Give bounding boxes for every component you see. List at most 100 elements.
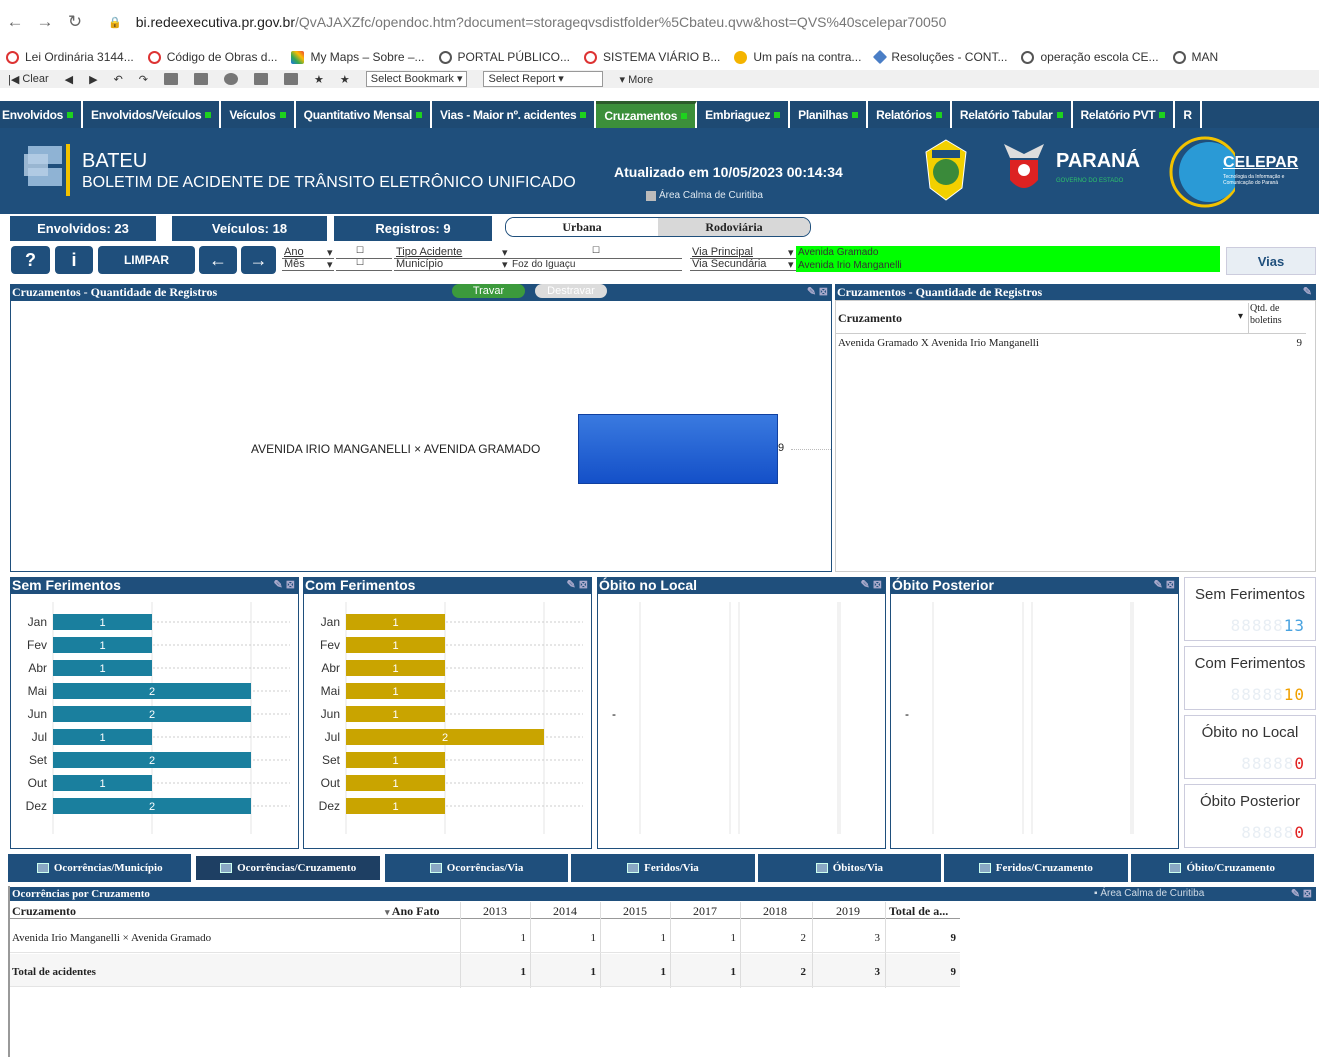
forward-arrow-icon[interactable]: →	[30, 12, 60, 32]
bottom-tab-ocorr-ncias-cruzamento[interactable]: Ocorrências/Cruzamento	[194, 854, 382, 882]
bookmark-item[interactable]: Resoluções - CONT...	[873, 49, 1007, 65]
lock-button[interactable]: Travar	[452, 284, 525, 298]
via-secundaria-value[interactable]: Avenida Irio Manganelli	[796, 259, 1220, 272]
pivot-cell: 1	[660, 966, 667, 978]
tab-planilhas[interactable]: Planilhas	[790, 101, 869, 128]
tab-vias-maior-n-acidentes[interactable]: Vias - Maior nº. acidentes	[432, 101, 597, 128]
bar-value-label: 1	[392, 778, 398, 790]
undo-icon[interactable]: ↶	[114, 73, 123, 86]
bookmark-item[interactable]: Lei Ordinária 3144...	[6, 50, 134, 64]
pivot-year-header[interactable]: 2013	[460, 904, 530, 919]
tab-relat-rio-pvt[interactable]: Relatório PVT	[1073, 101, 1176, 128]
pivot-year-header[interactable]: 2015	[600, 904, 670, 919]
kpi-digits: 0	[1294, 823, 1305, 842]
tab-relat-rio-tabular[interactable]: Relatório Tabular	[952, 101, 1073, 128]
back-arrow-icon[interactable]: ←	[0, 12, 30, 32]
unlock-toolbar-icon[interactable]	[194, 73, 208, 85]
bookmark-item[interactable]: My Maps – Sobre –...	[291, 50, 425, 64]
back-icon[interactable]: ◀	[65, 73, 73, 86]
vias-button[interactable]: Vias	[1226, 247, 1316, 275]
clear-filters-button[interactable]: LIMPAR	[98, 246, 195, 274]
lock-icon[interactable]: 🔒	[108, 16, 122, 29]
bookmark-remove-icon[interactable]: ★	[340, 73, 350, 86]
pivot-year-header[interactable]: 2017	[670, 904, 740, 919]
bottom-tab--bito-cruzamento[interactable]: Óbito/Cruzamento	[1130, 854, 1314, 882]
tab-r[interactable]: R	[1175, 101, 1202, 128]
table-col-qtd[interactable]: Qtd. de boletins	[1250, 303, 1300, 327]
tab-label: Cruzamentos	[604, 109, 678, 123]
tab-envolvidos-ve-culos[interactable]: Envolvidos/Veículos	[83, 101, 222, 128]
chart-tools-icon[interactable]: ✎ ⊠	[861, 577, 883, 593]
help-button[interactable]: ?	[11, 246, 50, 274]
municipio-value[interactable]: Foz do Iguaçu	[512, 259, 575, 270]
kpi-label: Óbito Posterior	[1199, 793, 1301, 810]
via-principal-value[interactable]: Avenida Gramado	[796, 246, 1220, 259]
bottom-tab-feridos-cruzamento[interactable]: Feridos/Cruzamento	[944, 854, 1128, 882]
tab-cruzamentos[interactable]: Cruzamentos	[596, 101, 698, 128]
bookmark-item[interactable]: PORTAL PÚBLICO...	[438, 50, 570, 64]
select-report-dropdown[interactable]: Select Report ▾	[483, 71, 604, 87]
tab-relat-rios[interactable]: Relatórios	[868, 101, 952, 128]
table-row-name[interactable]: Avenida Gramado X Avenida Irio Manganell…	[838, 337, 1039, 349]
pivot-total-label[interactable]: Total de acidentes	[12, 966, 96, 978]
chart-tools-icon[interactable]: ✎ ⊠	[567, 577, 589, 593]
bookmark-item[interactable]: Um país na contra...	[734, 50, 861, 64]
chart-tools-icon[interactable]: ✎ ⊠	[274, 577, 296, 593]
bookmark-item[interactable]: operação escola CE...	[1021, 50, 1159, 64]
more-button[interactable]: ▾ More	[619, 73, 653, 86]
municipio-dropdown-icon[interactable]: ▾	[502, 258, 508, 271]
redo-icon[interactable]: ↷	[139, 73, 148, 86]
pivot-year-header[interactable]: 2018	[740, 904, 810, 919]
bottom-tab-feridos-via[interactable]: Feridos/Via	[571, 854, 755, 882]
tab-ve-culos[interactable]: Veículos	[221, 101, 296, 128]
via-secundaria-dropdown-icon[interactable]: ▾	[788, 258, 794, 271]
main-bar[interactable]	[578, 414, 778, 484]
table-panel-tools-icon[interactable]: ✎	[1303, 284, 1312, 300]
clear-button[interactable]: |◀ Clear	[8, 73, 49, 86]
unlock-button[interactable]: Destravar	[535, 284, 607, 298]
tab-embriaguez[interactable]: Embriaguez	[697, 101, 791, 128]
bar-chart-svg: -	[612, 602, 841, 834]
info-button[interactable]: i	[55, 246, 93, 274]
forward-icon[interactable]: ▶	[89, 73, 97, 86]
ano-checkbox[interactable]: ☐	[356, 245, 364, 256]
sort-dropdown-icon[interactable]: ▾	[1238, 311, 1243, 322]
bookmark-label: Código de Obras d...	[166, 50, 278, 64]
bottom-tab--bitos-via[interactable]: Óbitos/Via	[757, 854, 942, 882]
bottom-tab-ocorr-ncias-via[interactable]: Ocorrências/Via	[384, 854, 569, 882]
bar-value-label: 1	[392, 617, 398, 629]
tipo-acidente-checkbox[interactable]: ☐	[592, 245, 600, 256]
bottom-tab-ocorr-ncias-munic-pio[interactable]: Ocorrências/Município	[8, 854, 192, 882]
table-col-cruzamento[interactable]: Cruzamento	[838, 311, 902, 326]
chart-tools-icon[interactable]: ✎ ⊠	[1154, 577, 1176, 593]
bookmark-item[interactable]: SISTEMA VIÁRIO B...	[584, 50, 720, 64]
calm-area-checkbox[interactable]: Área Calma de Curitiba	[646, 190, 763, 201]
pivot-col-cruzamento[interactable]: Cruzamento	[12, 904, 76, 919]
pen-icon[interactable]	[254, 73, 268, 85]
panel-tools-icon[interactable]: ✎ ⊠	[807, 284, 828, 300]
bookmark-item[interactable]: MAN	[1172, 50, 1218, 64]
pivot-year-header[interactable]: 2014	[530, 904, 600, 919]
reload-icon[interactable]: ↻	[60, 12, 90, 32]
tab-envolvidos[interactable]: Envolvidos	[0, 101, 84, 128]
pivot-year-header[interactable]: Total de a...	[885, 904, 960, 919]
select-bookmark-dropdown[interactable]: Select Bookmark ▾	[365, 71, 468, 87]
urbana-option[interactable]: Urbana	[506, 218, 658, 236]
bar-value-label: 1	[99, 617, 105, 629]
bookmark-item[interactable]: Código de Obras d...	[147, 50, 278, 64]
pivot-row-name[interactable]: Avenida Irio Manganelli × Avenida Gramad…	[12, 932, 211, 944]
chart-icon[interactable]	[284, 73, 298, 85]
check-icon[interactable]	[224, 73, 238, 85]
pivot-year-header[interactable]: 2019	[812, 904, 884, 919]
lock-toolbar-icon[interactable]	[164, 73, 178, 85]
pivot-ano-header[interactable]: ▾ Ano Fato	[385, 904, 439, 919]
pivot-tools-icon[interactable]: ✎ ⊠	[1291, 887, 1312, 901]
tab-quantitativo-mensal[interactable]: Quantitativo Mensal	[296, 101, 432, 128]
pivot-calm-area[interactable]: ▪ Área Calma de Curitiba	[1094, 887, 1204, 901]
address-field[interactable]: bi.redeexecutiva.pr.gov.br/QvAJAXZfc/ope…	[136, 14, 947, 30]
back-nav-button[interactable]: ←	[199, 246, 237, 274]
bookmark-add-icon[interactable]: ★	[314, 73, 324, 86]
rodoviaria-option[interactable]: Rodoviária	[658, 218, 810, 236]
forward-nav-button[interactable]: →	[241, 246, 276, 274]
mes-dropdown-icon[interactable]: ▾	[327, 258, 333, 271]
